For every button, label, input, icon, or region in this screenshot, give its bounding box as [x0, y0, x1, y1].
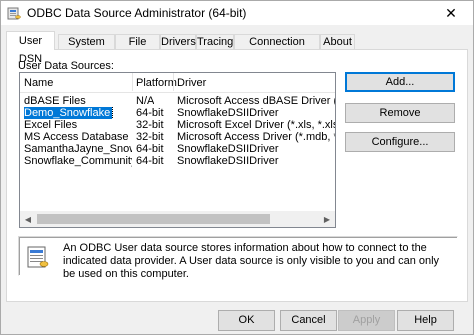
database-info-icon	[27, 246, 49, 268]
column-header-platform[interactable]: Platform	[136, 77, 177, 89]
ok-button[interactable]: OK	[218, 310, 275, 331]
row-driver: Microsoft Access dBASE Driver (*.dbf, *.…	[177, 95, 335, 107]
list-item[interactable]: dBASE Files N/A Microsoft Access dBASE D…	[20, 95, 335, 107]
info-text: An ODBC User data source stores informat…	[63, 242, 440, 280]
data-sources-list[interactable]: Name Platform Driver dBASE Files N/A Mic…	[19, 72, 336, 228]
tab-system-dsn[interactable]: System DSN	[58, 34, 115, 63]
tab-about[interactable]: About	[320, 34, 355, 49]
configure-button[interactable]: Configure...	[345, 132, 455, 152]
horizontal-scrollbar[interactable]: ◀ ▶	[20, 211, 335, 227]
list-item[interactable]: MS Access Database 32-bit Microsoft Acce…	[20, 131, 335, 143]
row-platform: 64-bit	[136, 107, 164, 119]
column-header-name[interactable]: Name	[24, 77, 53, 89]
column-header-driver[interactable]: Driver	[177, 77, 206, 89]
tab-tracing[interactable]: Tracing	[196, 34, 234, 49]
odbc-admin-window: ODBC Data Source Administrator (64-bit) …	[0, 0, 474, 335]
list-item-selected[interactable]: Demo_Snowflake 64-bit SnowflakeDSIIDrive…	[20, 107, 335, 119]
row-name: SamanthaJayne_Snowflake	[24, 143, 132, 155]
title-bar: ODBC Data Source Administrator (64-bit) …	[1, 1, 473, 25]
tab-drivers[interactable]: Drivers	[160, 34, 196, 49]
row-platform: 64-bit	[136, 155, 164, 167]
column-divider[interactable]	[132, 73, 133, 91]
list-item[interactable]: Excel Files 32-bit Microsoft Excel Drive…	[20, 119, 335, 131]
remove-button[interactable]: Remove	[345, 103, 455, 123]
close-button[interactable]: ✕	[429, 1, 473, 25]
row-name: dBASE Files	[24, 95, 86, 107]
scroll-left-icon[interactable]: ◀	[20, 211, 36, 227]
row-name: Demo_Snowflake	[24, 107, 114, 119]
apply-button[interactable]: Apply	[338, 310, 395, 331]
add-button[interactable]: Add...	[345, 72, 455, 92]
row-platform: N/A	[136, 95, 155, 107]
window-title: ODBC Data Source Administrator (64-bit)	[27, 6, 247, 20]
row-driver: SnowflakeDSIIDriver	[177, 143, 279, 155]
tab-file-dsn[interactable]: File DSN	[115, 34, 160, 63]
list-item[interactable]: Snowflake_Community 64-bit SnowflakeDSII…	[20, 155, 335, 167]
help-button[interactable]: Help	[397, 310, 454, 331]
row-driver: SnowflakeDSIIDriver	[177, 155, 279, 167]
list-item[interactable]: SamanthaJayne_Snowflake 64-bit Snowflake…	[20, 143, 335, 155]
tab-connection-pooling[interactable]: Connection Pooling	[234, 34, 320, 63]
column-divider[interactable]	[173, 73, 174, 91]
row-platform: 32-bit	[136, 119, 164, 131]
scrollbar-thumb[interactable]	[37, 214, 270, 224]
row-platform: 64-bit	[136, 143, 164, 155]
row-driver: Microsoft Access Driver (*.mdb, *.accdb)	[177, 131, 335, 143]
row-driver: SnowflakeDSIIDriver	[177, 107, 279, 119]
odbc-app-icon	[7, 7, 21, 20]
row-name: Excel Files	[24, 119, 78, 131]
row-platform: 32-bit	[136, 131, 164, 143]
close-icon: ✕	[445, 4, 457, 21]
tab-user-dsn[interactable]: User DSN	[6, 31, 55, 65]
row-name: Snowflake_Community	[24, 155, 132, 167]
scroll-right-icon[interactable]: ▶	[319, 211, 335, 227]
list-header: Name Platform Driver	[20, 73, 335, 93]
cancel-button[interactable]: Cancel	[280, 310, 337, 331]
row-name: MS Access Database	[24, 131, 129, 143]
info-box: An ODBC User data source stores informat…	[18, 236, 458, 280]
row-driver: Microsoft Excel Driver (*.xls, *.xlsx, *…	[177, 119, 335, 131]
